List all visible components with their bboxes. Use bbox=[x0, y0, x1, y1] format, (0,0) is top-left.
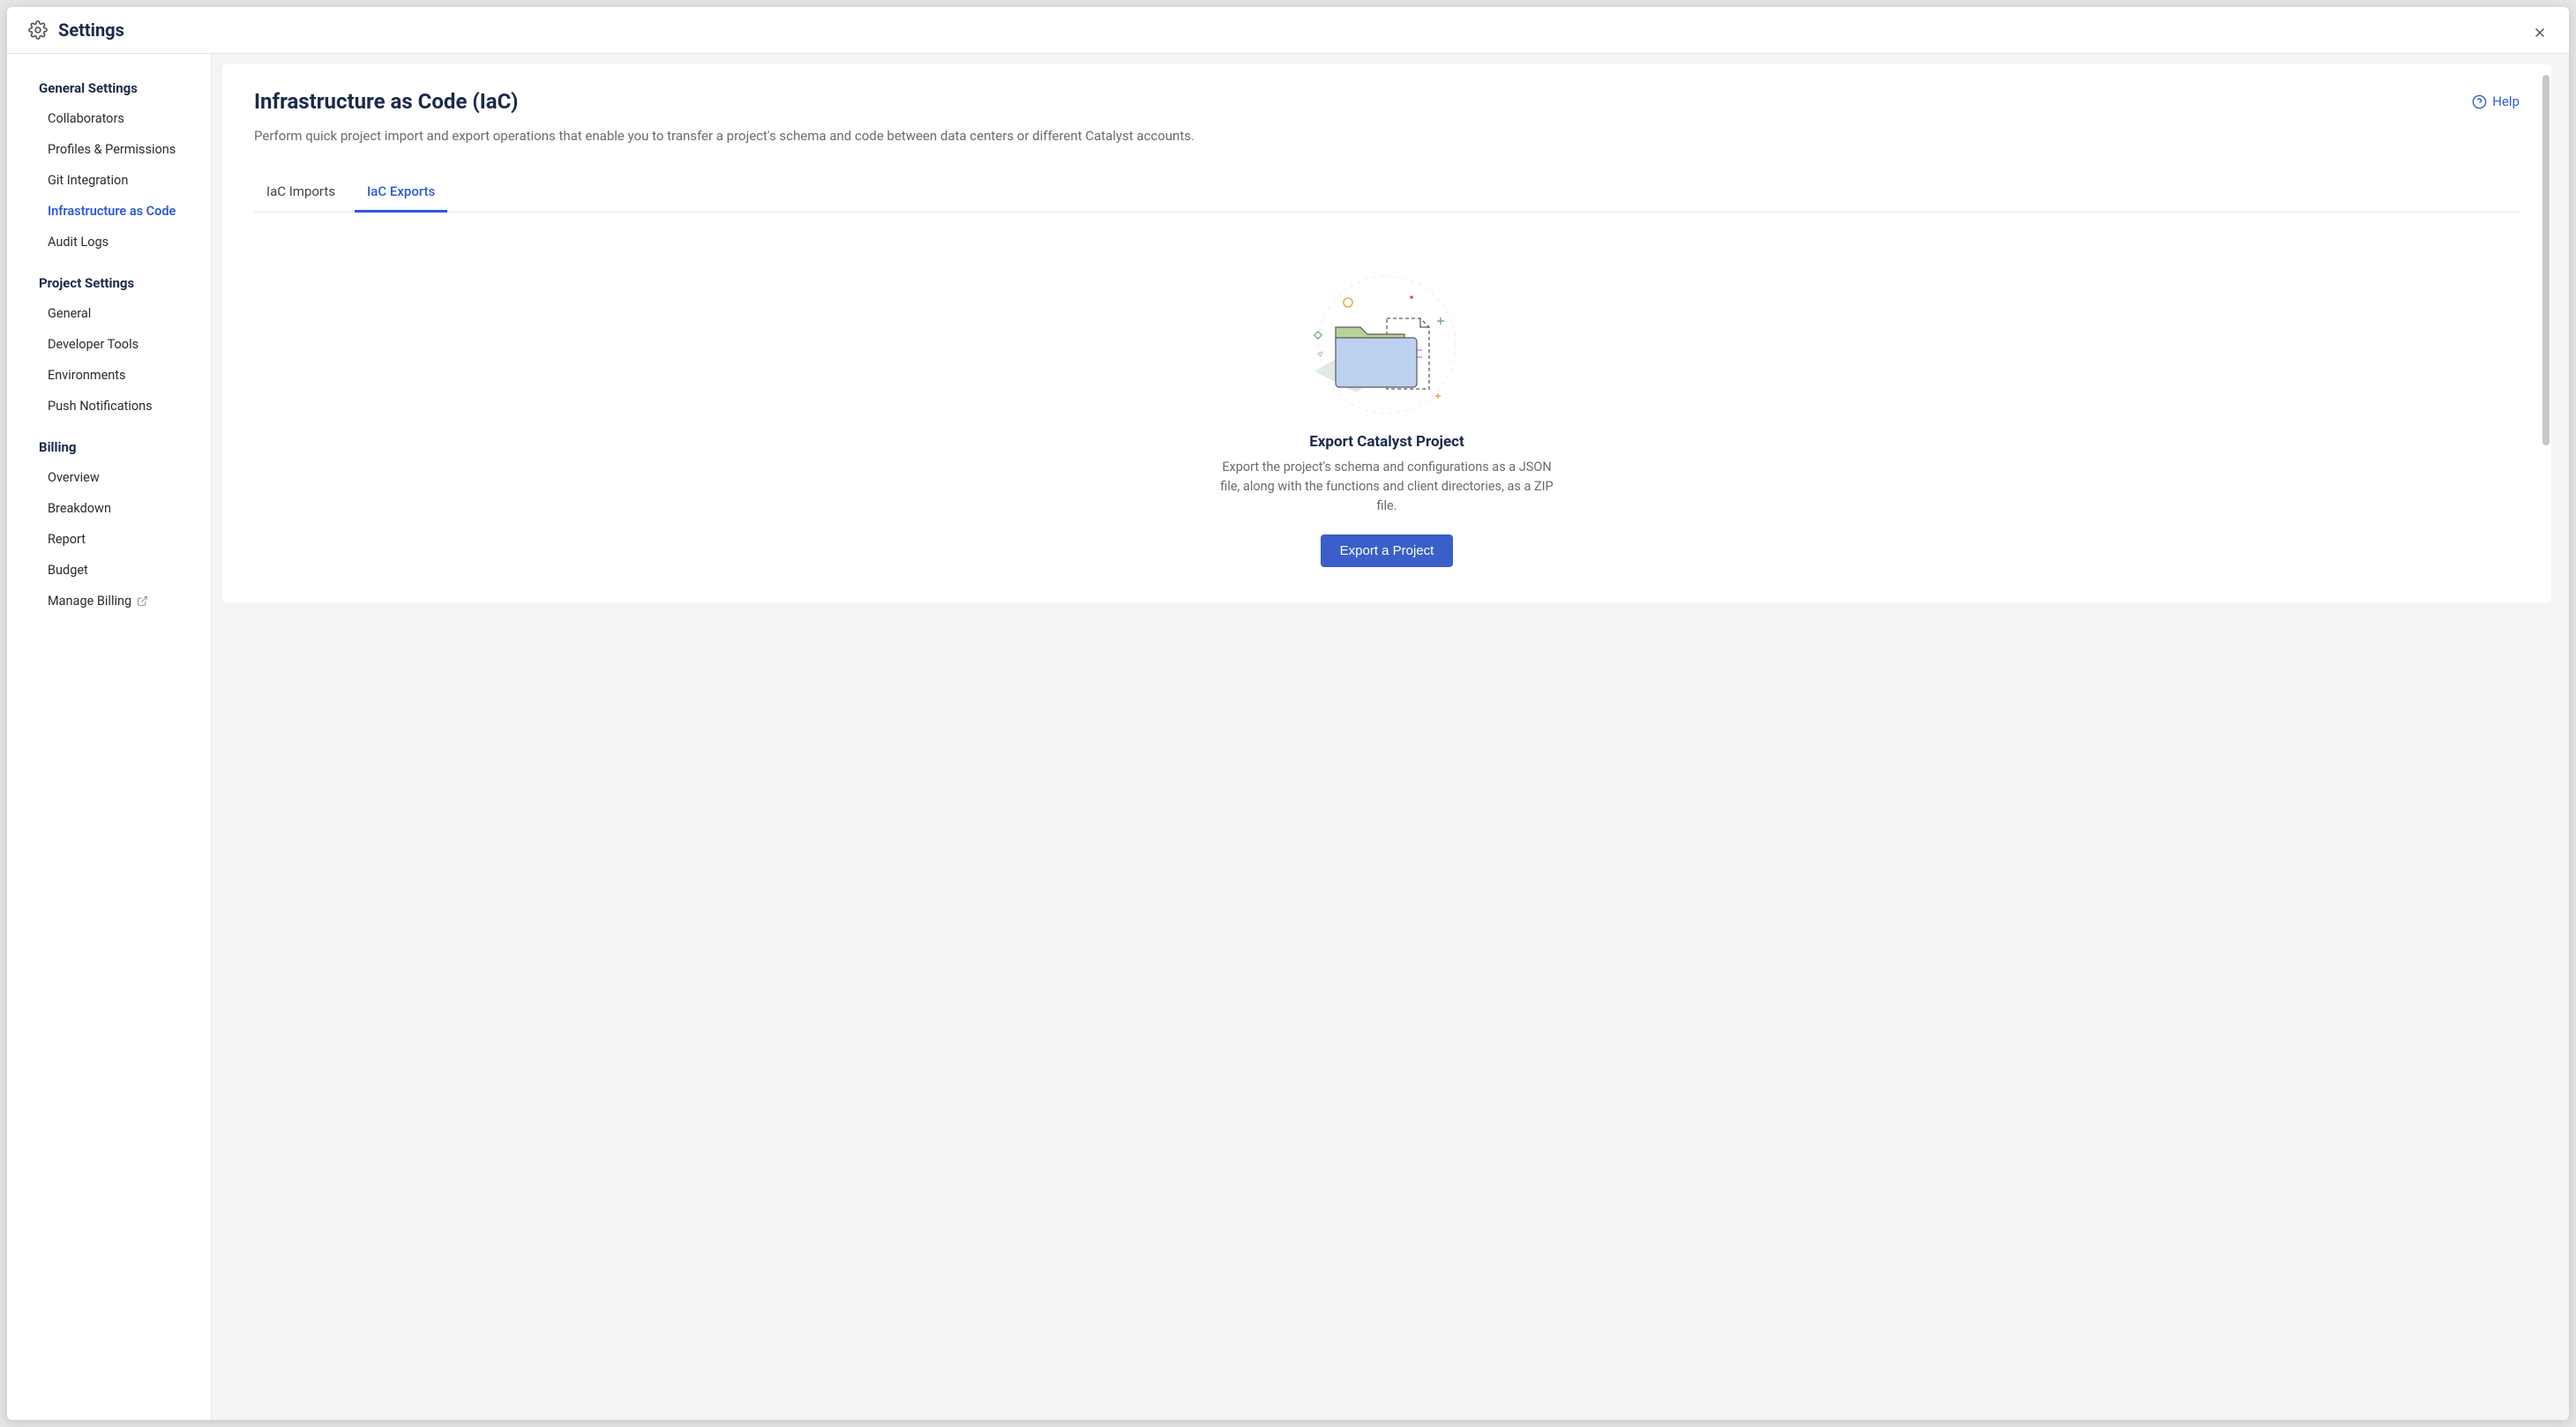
modal-header: Settings bbox=[7, 7, 2569, 54]
sidebar-item-label: Overview bbox=[48, 470, 100, 485]
content-card: Infrastructure as Code (IaC) Help Perfor… bbox=[222, 64, 2551, 602]
sidebar-item-label: Audit Logs bbox=[48, 235, 109, 250]
close-button[interactable] bbox=[2528, 21, 2551, 49]
sidebar-item-push-notifications[interactable]: Push Notifications bbox=[7, 391, 211, 422]
external-link-icon bbox=[137, 595, 148, 607]
sidebar-item-developer-tools[interactable]: Developer Tools bbox=[7, 329, 211, 360]
sidebar-item-label: Push Notifications bbox=[48, 399, 153, 414]
scrollbar-thumb[interactable] bbox=[2542, 75, 2550, 445]
sidebar-item-audit-logs[interactable]: Audit Logs bbox=[7, 227, 211, 258]
tabs: IaC ImportsIaC Exports bbox=[254, 175, 2520, 213]
sidebar-item-manage-billing[interactable]: Manage Billing bbox=[7, 586, 211, 616]
nav-section-header: Billing bbox=[7, 434, 211, 462]
sidebar-item-infrastructure-as-code[interactable]: Infrastructure as Code bbox=[7, 196, 211, 227]
sidebar-item-label: Breakdown bbox=[48, 501, 111, 516]
sidebar-item-environments[interactable]: Environments bbox=[7, 360, 211, 391]
gear-icon bbox=[28, 20, 48, 40]
nav-section-header: Project Settings bbox=[7, 270, 211, 298]
settings-modal: Settings General Settings Collaborators Pr… bbox=[7, 7, 2569, 1420]
nav-section-header: General Settings bbox=[7, 75, 211, 103]
sidebar-item-label: Developer Tools bbox=[48, 337, 139, 352]
sidebar-item-general[interactable]: General bbox=[7, 298, 211, 329]
sidebar-item-budget[interactable]: Budget bbox=[7, 555, 211, 586]
sidebar-item-report[interactable]: Report bbox=[7, 524, 211, 555]
sidebar-item-label: Budget bbox=[48, 563, 88, 578]
sidebar-item-label: Manage Billing bbox=[48, 594, 131, 609]
settings-sidebar: General Settings Collaborators Profiles & … bbox=[7, 54, 212, 1420]
sidebar-item-label: General bbox=[48, 306, 91, 321]
sidebar-item-breakdown[interactable]: Breakdown bbox=[7, 493, 211, 524]
sidebar-item-label: Infrastructure as Code bbox=[48, 204, 176, 219]
empty-state-title: Export Catalyst Project bbox=[1309, 433, 1464, 451]
page-description: Perform quick project import and export … bbox=[254, 126, 2520, 146]
sidebar-item-label: Report bbox=[48, 532, 86, 547]
page-title: Infrastructure as Code (IaC) bbox=[254, 89, 518, 114]
page-header-row: Infrastructure as Code (IaC) Help bbox=[254, 89, 2520, 114]
sidebar-item-collaborators[interactable]: Collaborators bbox=[7, 103, 211, 134]
sidebar-item-label: Profiles & Permissions bbox=[48, 142, 176, 157]
content-wrapper: Infrastructure as Code (IaC) Help Perfor… bbox=[212, 54, 2569, 1420]
help-label: Help bbox=[2492, 93, 2520, 109]
tab-iac-exports[interactable]: IaC Exports bbox=[355, 175, 447, 213]
help-icon bbox=[2472, 94, 2487, 109]
close-icon bbox=[2532, 25, 2548, 41]
sidebar-item-git-integration[interactable]: Git Integration bbox=[7, 165, 211, 196]
modal-body: General Settings Collaborators Profiles & … bbox=[7, 54, 2569, 1420]
sidebar-item-label: Git Integration bbox=[48, 173, 128, 188]
help-link[interactable]: Help bbox=[2472, 93, 2520, 109]
sidebar-item-label: Environments bbox=[48, 368, 126, 383]
sidebar-item-profiles-permissions[interactable]: Profiles & Permissions bbox=[7, 134, 211, 165]
sidebar-item-label: Collaborators bbox=[48, 111, 124, 126]
empty-state-description: Export the project's schema and configur… bbox=[1219, 458, 1554, 517]
tab-iac-imports[interactable]: IaC Imports bbox=[254, 175, 348, 213]
export-project-button[interactable]: Export a Project bbox=[1321, 534, 1454, 567]
export-illustration bbox=[1299, 265, 1475, 415]
modal-title: Settings bbox=[58, 19, 124, 41]
sidebar-item-overview[interactable]: Overview bbox=[7, 462, 211, 493]
empty-state: Export Catalyst Project Export the proje… bbox=[254, 265, 2520, 567]
